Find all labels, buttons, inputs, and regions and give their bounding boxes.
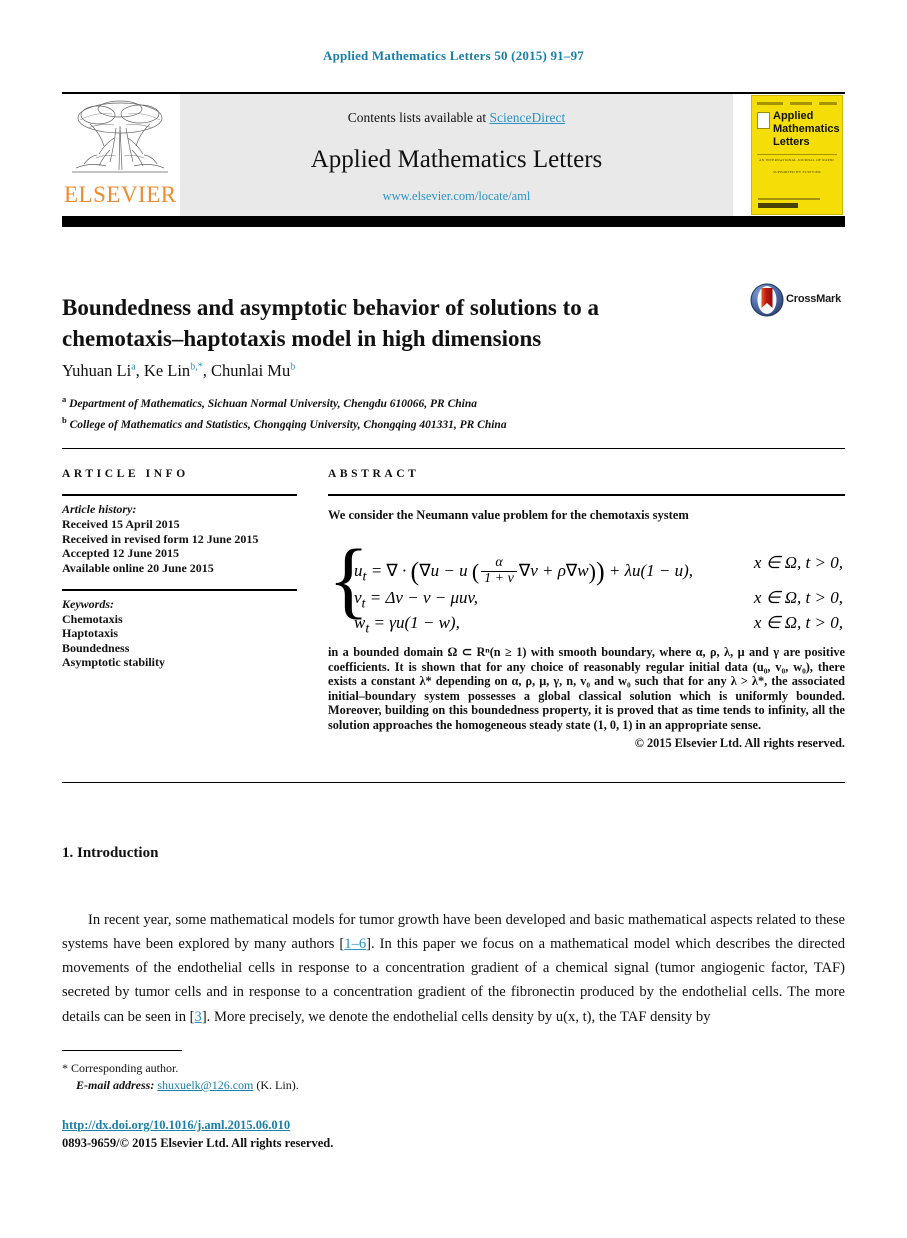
journal-cover-thumbnail[interactable]: Applied Mathematics Letters AN INTERNATI… [751, 94, 845, 216]
journal-cover-image: Applied Mathematics Letters AN INTERNATI… [751, 95, 843, 215]
corresponding-author-marker: * [62, 1061, 68, 1075]
abstract-bottom-rule [62, 782, 845, 783]
abstract-column: ABSTRACT We consider the Neumann value p… [328, 468, 845, 751]
article-info-rule [62, 494, 297, 496]
citation-link-1-6[interactable]: 1–6 [344, 936, 366, 952]
footnote-block: * Corresponding author. E-mail address: … [62, 1060, 662, 1094]
equation-row-3: wt = γu(1 − w), [354, 613, 460, 637]
abstract-rule [328, 494, 845, 496]
sciencedirect-link[interactable]: ScienceDirect [490, 110, 566, 125]
cover-strapline: AN INTERNATIONAL JOURNAL OF RAPID PUBLIC… [759, 158, 835, 162]
masthead-bottom-bar [62, 216, 845, 227]
info-section-top-rule [62, 448, 845, 449]
crossmark-icon [750, 283, 784, 317]
abstract-body: in a bounded domain Ω ⊂ Rⁿ(n ≥ 1) with s… [328, 645, 845, 732]
footnote-separator [62, 1050, 182, 1051]
affiliation-a: a Department of Mathematics, Sichuan Nor… [62, 391, 762, 412]
article-info-column: ARTICLE INFO Article history: Received 1… [62, 468, 297, 670]
contents-available-line: Contents lists available at ScienceDirec… [180, 110, 733, 126]
keyword-item: Boundedness [62, 640, 130, 655]
equation-condition-2: x ∈ Ω, t > 0, [753, 588, 843, 607]
article-history-item: Accepted 12 June 2015 [62, 546, 179, 560]
elsevier-tree-icon [72, 100, 168, 173]
intro-text-part-3: ]. More precisely, we denote the endothe… [201, 1008, 711, 1025]
doi-link[interactable]: http://dx.doi.org/10.1016/j.aml.2015.06.… [62, 1118, 290, 1133]
section-title-introduction: 1. Introduction [62, 845, 159, 861]
journal-masthead: ELSEVIER Contents lists available at Sci… [62, 92, 845, 228]
paper-page: Applied Mathematics Letters 50 (2015) 91… [0, 0, 907, 1238]
keyword-item: Asymptotic stability [62, 655, 165, 669]
article-history-item: Available online 20 June 2015 [62, 560, 214, 575]
email-owner: (K. Lin). [256, 1078, 299, 1092]
contents-prefix-text: Contents lists available at [347, 110, 490, 125]
cover-title-line-1: Applied [773, 110, 814, 122]
equation-row-1: ut = ∇ · (∇u − u (α 1 + v ∇v + ρ∇w)) + λu(… [354, 554, 693, 586]
abstract-heading: ABSTRACT [328, 468, 420, 480]
masthead-body: ELSEVIER Contents lists available at Sci… [62, 94, 845, 216]
equation-condition-1: x ∈ Ω, t > 0, [753, 553, 843, 572]
corresponding-author-note: * Corresponding author. [62, 1060, 662, 1077]
affiliation-a-marker: a [62, 394, 67, 404]
affiliation-b-marker: b [62, 414, 67, 425]
cover-footer-rule [758, 198, 820, 200]
email-link[interactable]: shuxuelk@126.com [157, 1078, 253, 1092]
keywords-block: Keywords: Chemotaxis Haptotaxis Boundedn… [62, 589, 297, 670]
cover-strapline-2: SUPPORTED BY ELSEVIER [773, 170, 821, 174]
cover-elsevier-mark-icon [757, 112, 770, 129]
crossmark-badge[interactable]: CrossMark [750, 283, 850, 317]
equation-row-2: vt = Δv − v − μuv, [354, 588, 479, 612]
article-history-label: Article history: [62, 502, 137, 516]
article-info-heading: ARTICLE INFO [62, 468, 189, 480]
elsevier-logo: ELSEVIER [62, 94, 180, 216]
crossmark-label: CrossMark [786, 293, 842, 305]
affiliation-a-text: Department of Mathematics, Sichuan Norma… [69, 397, 477, 410]
equation-fraction: α1 + v [481, 555, 517, 586]
affiliation-b: b College of Mathematics and Statistics,… [62, 412, 762, 433]
journal-title: Applied Mathematics Letters [310, 146, 603, 173]
cover-journal-title: Applied Mathematics Letters [773, 110, 840, 149]
equation-condition-3: x ∈ Ω, t > 0, [753, 613, 843, 632]
keywords-label: Keywords: [62, 596, 114, 611]
author-list: Yuhuan Lia, Ke Linb,*, Chunlai Mub [62, 361, 296, 380]
email-label: E-mail address: [76, 1078, 155, 1092]
email-note: E-mail address: shuxuelk@126.com (K. Lin… [62, 1077, 662, 1094]
cover-title-line-2: Mathematics [773, 123, 840, 135]
journal-homepage-link[interactable]: www.elsevier.com/locate/aml [180, 189, 733, 204]
keyword-item: Chemotaxis [62, 611, 123, 626]
introduction-paragraph: In recent year, some mathematical models… [62, 908, 845, 1029]
system-equations: { ut = ∇ · (∇u − u (α 1 + v ∇v + ρ∇w)) + λ… [328, 531, 845, 637]
issn-copyright-line: 0893-9659/© 2015 Elsevier Ltd. All right… [62, 1136, 334, 1150]
corresponding-author-text: Corresponding author. [71, 1061, 179, 1075]
affiliations: a Department of Mathematics, Sichuan Nor… [62, 391, 762, 433]
article-history-item: Received 15 April 2015 [62, 517, 180, 531]
elsevier-wordmark: ELSEVIER [64, 182, 177, 207]
citation-link-3[interactable]: 3 [195, 1009, 202, 1025]
keyword-item: Haptotaxis [62, 626, 119, 640]
cover-footer-block [758, 203, 798, 208]
article-history-item: Received in revised form 12 June 2015 [62, 531, 259, 546]
running-head: Applied Mathematics Letters 50 (2015) 91… [323, 48, 584, 63]
keywords-rule [62, 589, 297, 591]
cover-header-strip [757, 102, 837, 106]
abstract-lead-sentence: We consider the Neumann value problem fo… [328, 508, 689, 522]
contents-panel: Contents lists available at ScienceDirec… [180, 94, 733, 216]
affiliation-b-text: College of Mathematics and Statistics, C… [69, 418, 507, 431]
page-title: Boundedness and asymptotic behavior of s… [62, 295, 599, 352]
abstract-copyright: © 2015 Elsevier Ltd. All rights reserved… [634, 735, 845, 750]
cover-title-line-3: Letters [773, 136, 810, 148]
